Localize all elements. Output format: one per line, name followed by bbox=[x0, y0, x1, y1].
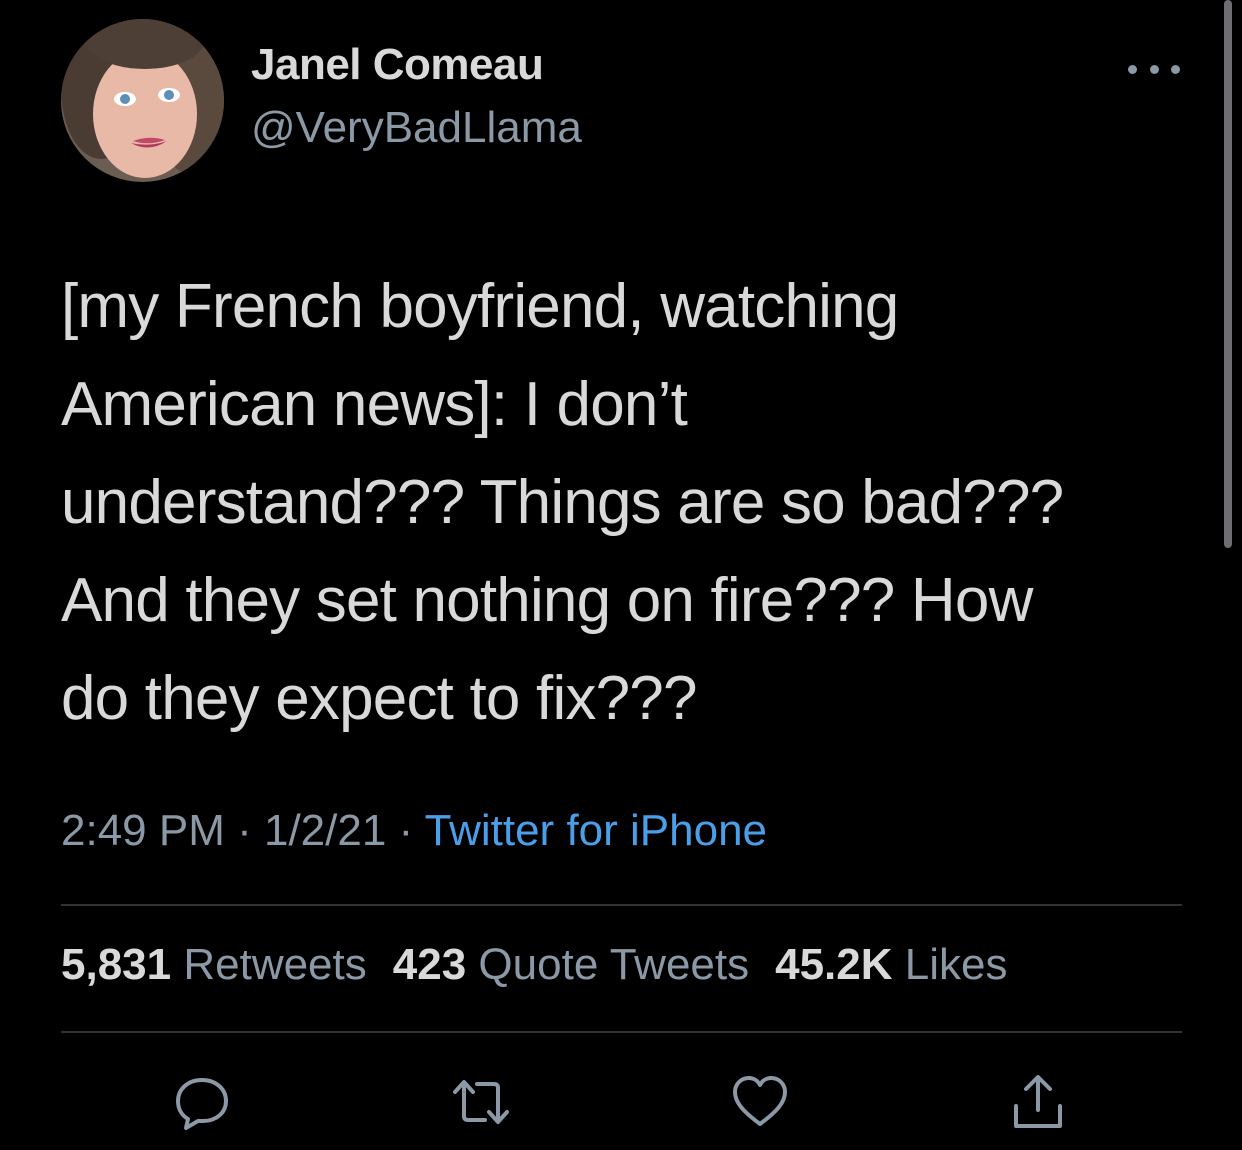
more-dot bbox=[1149, 64, 1159, 74]
reply-icon bbox=[176, 1078, 228, 1130]
retweets-count: 5,831 bbox=[61, 940, 172, 989]
scrollbar[interactable] bbox=[1224, 0, 1232, 548]
share-icon bbox=[1014, 1075, 1062, 1128]
tweet-date[interactable]: 1/2/21 bbox=[264, 806, 386, 855]
quotes-label: Quote Tweets bbox=[478, 940, 750, 989]
likes-count: 45.2K bbox=[775, 940, 893, 989]
divider bbox=[61, 904, 1182, 906]
tweet-text-line: understand??? Things are so bad??? bbox=[61, 468, 1064, 537]
retweets-label: Retweets bbox=[183, 940, 367, 989]
quotes-count: 423 bbox=[392, 940, 467, 989]
tweet-meta: 2:49 PM · 1/2/21 · Twitter for iPhone bbox=[61, 806, 767, 856]
quotes-stat[interactable]: 423 Quote Tweets bbox=[393, 940, 749, 989]
more-dot bbox=[1128, 64, 1137, 74]
tweet-text-line: do they expect to fix??? bbox=[61, 664, 697, 733]
author-handle[interactable]: @VeryBadLlama bbox=[251, 103, 582, 153]
likes-stat[interactable]: 45.2K Likes bbox=[775, 940, 1007, 989]
more-icon[interactable] bbox=[1128, 54, 1180, 84]
tweet-text-line: [my French boyfriend, watching bbox=[61, 272, 899, 341]
author-display-name[interactable]: Janel Comeau bbox=[251, 40, 544, 90]
meta-separator: · bbox=[386, 806, 425, 855]
more-dot bbox=[1171, 64, 1180, 74]
meta-separator: · bbox=[224, 806, 264, 855]
tweet-time: 2:49 PM bbox=[61, 806, 225, 855]
tweet-source-link[interactable]: Twitter for iPhone bbox=[425, 806, 767, 855]
likes-label: Likes bbox=[904, 940, 1008, 989]
tweet-text-line: And they set nothing on fire??? How bbox=[61, 566, 1033, 635]
retweet-button[interactable] bbox=[449, 1070, 513, 1134]
like-button[interactable] bbox=[728, 1070, 792, 1134]
tweet-stats: 5,831 Retweets 423 Quote Tweets 45.2K Like… bbox=[61, 940, 1007, 990]
retweet-icon bbox=[453, 1080, 509, 1124]
heart-icon bbox=[733, 1076, 787, 1126]
share-button[interactable] bbox=[1006, 1070, 1070, 1134]
divider bbox=[61, 1031, 1182, 1033]
retweets-stat[interactable]: 5,831 Retweets bbox=[61, 940, 367, 989]
tweet-text: [my French boyfriend, watching American … bbox=[61, 258, 1181, 748]
avatar[interactable] bbox=[61, 19, 224, 182]
avatar-image bbox=[61, 19, 224, 182]
reply-button[interactable] bbox=[170, 1070, 234, 1134]
tweet-text-line: American news]: I don’t bbox=[61, 370, 688, 439]
